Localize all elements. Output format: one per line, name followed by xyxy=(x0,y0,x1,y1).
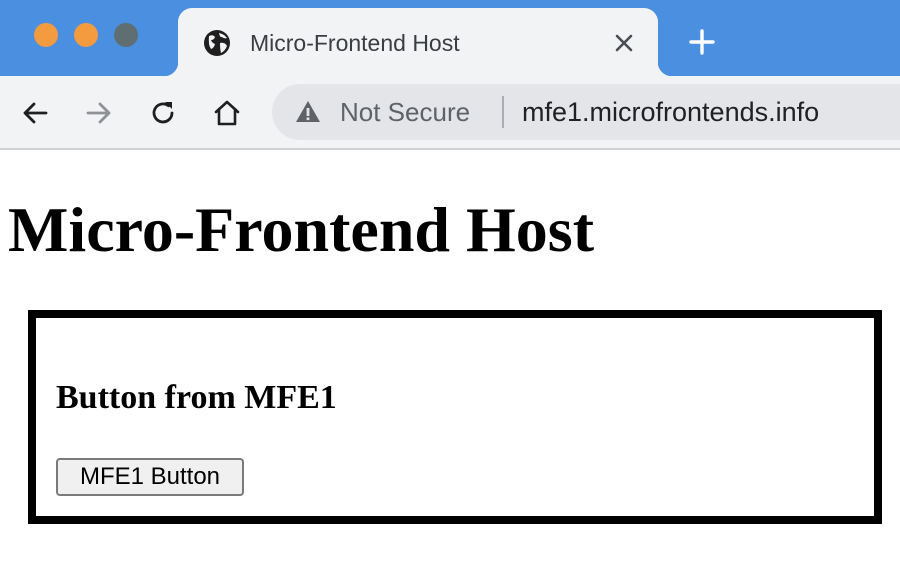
home-button[interactable] xyxy=(210,96,244,130)
mfe-container: Button from MFE1 MFE1 Button xyxy=(28,310,882,524)
window-zoom-button[interactable] xyxy=(114,23,138,47)
new-tab-button[interactable] xyxy=(686,26,718,58)
forward-button[interactable] xyxy=(82,96,116,130)
address-bar[interactable]: Not Secure mfe1.microfrontends.info xyxy=(272,84,900,140)
browser-tab[interactable]: Micro-Frontend Host xyxy=(164,8,672,76)
globe-icon xyxy=(204,30,230,56)
mfe1-button[interactable]: MFE1 Button xyxy=(56,458,244,496)
tab-strip: Micro-Frontend Host xyxy=(0,0,900,76)
omnibox-divider xyxy=(502,96,504,128)
security-status-label[interactable]: Not Secure xyxy=(340,96,470,128)
page-content: Micro-Frontend Host Button from MFE1 MFE… xyxy=(0,152,900,564)
home-icon xyxy=(214,100,240,126)
reload-button[interactable] xyxy=(146,96,180,130)
url-text[interactable]: mfe1.microfrontends.info xyxy=(522,96,819,128)
window-close-button[interactable] xyxy=(34,23,58,47)
tab-close-icon[interactable] xyxy=(610,29,638,57)
forward-arrow-icon xyxy=(86,102,111,124)
tab-title: Micro-Frontend Host xyxy=(250,30,460,56)
browser-toolbar: Not Secure mfe1.microfrontends.info xyxy=(0,76,900,150)
page-title: Micro-Frontend Host xyxy=(8,194,594,265)
back-button[interactable] xyxy=(18,96,52,130)
mfe-heading: Button from MFE1 xyxy=(56,379,337,416)
window-minimize-button[interactable] xyxy=(74,23,98,47)
warning-triangle-icon[interactable] xyxy=(294,98,322,126)
plus-icon xyxy=(689,29,715,55)
reload-icon xyxy=(152,102,174,124)
back-arrow-icon xyxy=(23,102,48,124)
